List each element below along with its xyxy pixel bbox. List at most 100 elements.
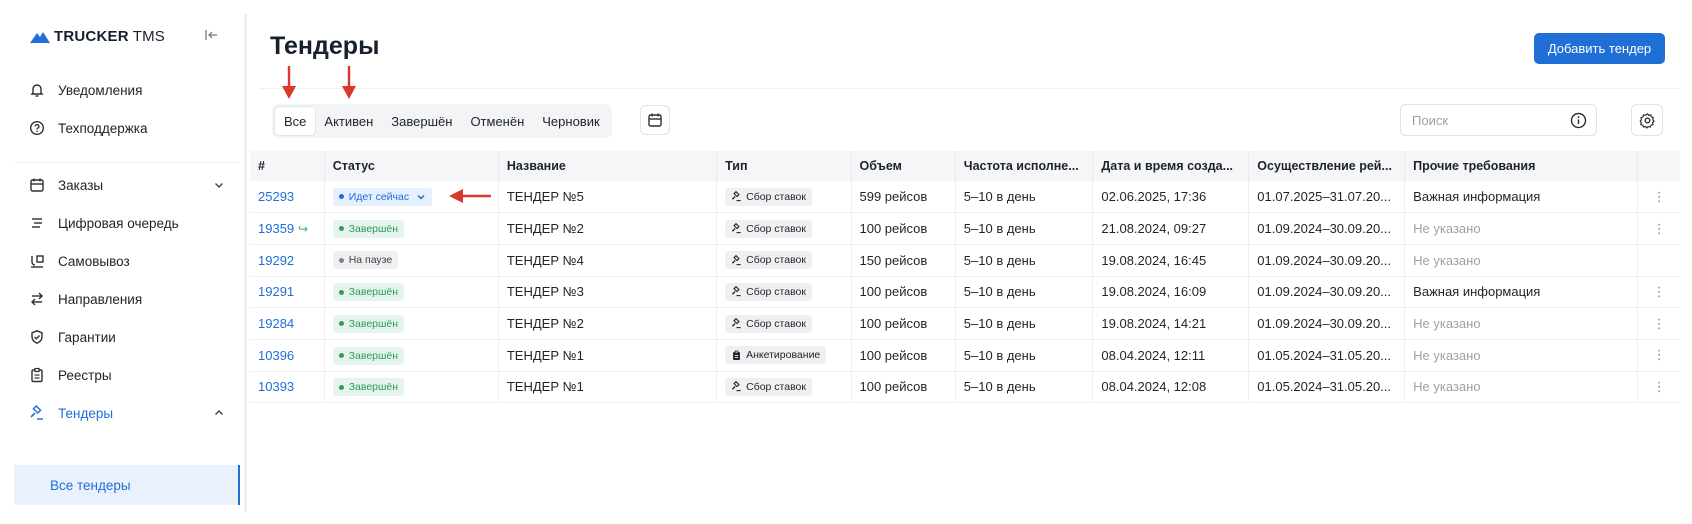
sidebar-item-guarantees[interactable]: Гарантии [14, 318, 240, 356]
frequency: 5–10 в день [955, 181, 1094, 214]
swap-arrows-icon [28, 290, 46, 308]
status-dot [338, 289, 344, 295]
collapse-sidebar-icon[interactable] [202, 28, 220, 46]
tender-id-link[interactable]: 19291 [258, 284, 294, 299]
table-row[interactable]: 19284 Завершён ТЕНДЕР №2 Сбор ставок 100… [250, 307, 1680, 340]
sidebar-item-directions[interactable]: Направления [14, 280, 240, 318]
sidebar-item-tenders[interactable]: Тендеры [14, 394, 240, 432]
requirements: Не указано [1404, 307, 1639, 340]
column-header-created[interactable]: Дата и время созда... [1092, 151, 1250, 181]
row-menu-empty [1637, 244, 1680, 277]
table-row[interactable]: 25293 Идет сейчас ТЕНДЕР №5 Сбор ставок … [250, 181, 1680, 214]
status-text: На паузе [348, 254, 393, 267]
volume: 100 рейсов [851, 371, 956, 404]
date-filter-button[interactable] [640, 105, 670, 135]
tender-id-link[interactable]: 19292 [258, 253, 294, 268]
tab-cancelled[interactable]: Отменён [461, 107, 533, 135]
created-at: 19.08.2024, 16:09 [1092, 276, 1250, 309]
frequency: 5–10 в день [955, 371, 1094, 404]
sidebar-item-label: Реестры [58, 367, 112, 383]
chevron-down-icon [212, 178, 226, 192]
type-text: Сбор ставок [746, 222, 806, 235]
sidebar-subitem-all-tenders[interactable]: Все тендеры [14, 465, 240, 505]
clipboard-icon [733, 350, 741, 360]
status-badge: Завершён [332, 219, 405, 238]
tab-draft[interactable]: Черновик [533, 107, 608, 135]
table-row[interactable]: 19291 Завершён ТЕНДЕР №3 Сбор ставок 100… [250, 276, 1680, 309]
tab-active[interactable]: Активен [315, 107, 382, 135]
pickup-icon [28, 252, 46, 270]
calendar-icon [648, 113, 662, 127]
row-menu-icon[interactable]: ⋮ [1637, 212, 1680, 245]
table-row[interactable]: 19359 ↪ Завершён ТЕНДЕР №2 Сбор ставок 10… [250, 212, 1680, 245]
row-menu-icon[interactable]: ⋮ [1637, 307, 1680, 340]
status-badge: На паузе [332, 251, 399, 270]
type-text: Сбор ставок [746, 285, 806, 298]
created-at: 21.08.2024, 09:27 [1092, 212, 1250, 245]
tender-id-link[interactable]: 25293 [258, 189, 294, 204]
requirements: Не указано [1404, 212, 1639, 245]
column-header-requirements[interactable]: Прочие требования [1404, 151, 1639, 181]
table-row[interactable]: 19292 На паузе ТЕНДЕР №4 Сбор ставок 150… [250, 244, 1680, 277]
sidebar-item-notifications[interactable]: Уведомления [14, 71, 240, 109]
column-header-type[interactable]: Тип [716, 151, 852, 181]
sidebar-border [244, 14, 247, 512]
settings-button[interactable] [1631, 104, 1663, 136]
requirements: Важная информация [1404, 181, 1639, 214]
volume: 100 рейсов [851, 307, 956, 340]
type-badge: Сбор ставок [725, 377, 812, 396]
help-circle-icon [28, 119, 46, 137]
chevron-down-icon [417, 194, 425, 200]
table-row[interactable]: 10396 Завершён ТЕНДЕР №1 Анкетирование 1… [250, 339, 1680, 372]
gear-icon [1638, 112, 1655, 129]
search-input[interactable] [1412, 112, 1562, 128]
column-header-id[interactable]: # [250, 151, 325, 181]
period: 01.07.2025–31.07.20... [1248, 181, 1406, 214]
tender-id-link[interactable]: 10396 [258, 348, 294, 363]
created-at: 19.08.2024, 16:45 [1092, 244, 1250, 277]
sidebar-item-orders[interactable]: Заказы [14, 166, 240, 204]
tenders-table: # Статус Название Тип Объем Частота испо… [250, 151, 1680, 404]
sidebar-item-registries[interactable]: Реестры [14, 356, 240, 394]
column-header-period[interactable]: Осуществление рей... [1248, 151, 1406, 181]
sidebar-item-digital-queue[interactable]: Цифровая очередь [14, 204, 240, 242]
column-header-status[interactable]: Статус [324, 151, 499, 181]
sidebar: TRUCKER TMS Уведомления Техподдержка Зак… [0, 0, 246, 524]
requirements: Не указано [1404, 371, 1639, 404]
tender-id-link[interactable]: 10393 [258, 379, 294, 394]
status-dot [338, 194, 344, 200]
gavel-icon [732, 381, 741, 392]
logo[interactable]: TRUCKER TMS [30, 28, 165, 45]
sidebar-divider [14, 162, 240, 163]
status-dot [338, 257, 344, 263]
info-icon[interactable] [1570, 112, 1587, 129]
type-badge: Анкетирование [725, 346, 827, 365]
status-badge[interactable]: Идет сейчас [332, 187, 433, 206]
row-menu-icon[interactable]: ⋮ [1637, 339, 1680, 372]
sidebar-item-label: Самовывоз [58, 253, 130, 269]
sidebar-item-pickup[interactable]: Самовывоз [14, 242, 240, 280]
table-row[interactable]: 10393 Завершён ТЕНДЕР №1 Сбор ставок 100… [250, 371, 1680, 404]
row-menu-icon[interactable]: ⋮ [1637, 181, 1680, 214]
gavel-icon [732, 191, 741, 202]
column-header-volume[interactable]: Объем [851, 151, 956, 181]
volume: 599 рейсов [851, 181, 956, 214]
sidebar-subitem-label: Все тендеры [50, 477, 131, 493]
sidebar-item-support[interactable]: Техподдержка [14, 109, 240, 147]
tab-completed[interactable]: Завершён [382, 107, 461, 135]
column-header-name[interactable]: Название [498, 151, 718, 181]
tender-id-link[interactable]: 19284 [258, 316, 294, 331]
logo-suffix: TMS [132, 28, 165, 45]
sidebar-item-label: Направления [58, 291, 143, 307]
add-tender-button[interactable]: Добавить тендер [1534, 33, 1665, 64]
column-header-frequency[interactable]: Частота исполне... [955, 151, 1094, 181]
status-dot [338, 384, 344, 390]
tender-name: ТЕНДЕР №2 [498, 212, 718, 245]
gavel-icon [732, 223, 741, 234]
tab-all[interactable]: Все [275, 107, 316, 135]
type-badge: Сбор ставок [725, 282, 812, 301]
row-menu-icon[interactable]: ⋮ [1637, 371, 1680, 404]
row-menu-icon[interactable]: ⋮ [1637, 276, 1680, 309]
tender-id-link[interactable]: 19359 [258, 221, 294, 236]
type-text: Анкетирование [746, 349, 821, 362]
